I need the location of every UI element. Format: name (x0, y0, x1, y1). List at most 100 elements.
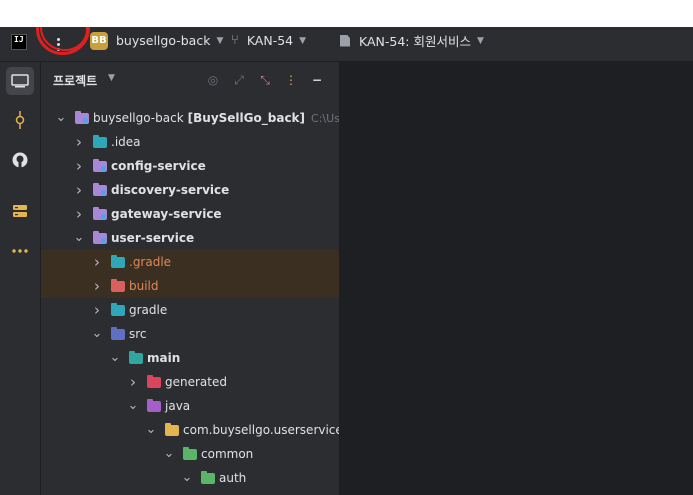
tree-item-label: .gradle (129, 255, 172, 269)
tree-item-label: generated (165, 375, 227, 389)
chevron-down-icon[interactable]: ▼ (108, 73, 115, 83)
tree-row[interactable]: ⌄ main (41, 346, 339, 370)
tree-item-label: com.buysellgo.userservice (183, 423, 340, 437)
folder-icon (129, 350, 143, 364)
tree-row[interactable]: › gradle (41, 298, 339, 322)
folder-icon (93, 158, 107, 172)
chevron-down-icon[interactable]: ⌄ (109, 351, 121, 364)
panel-header: 프로젝트 ▼ ◎ ⤢ ⤡ ⋮ − (41, 62, 339, 98)
annotation-circle-inner (35, 27, 93, 56)
chevron-down-icon[interactable]: ⌄ (55, 111, 67, 124)
chevron-right-icon[interactable]: › (73, 159, 85, 174)
intellij-logo-icon[interactable]: IJ (11, 34, 27, 50)
chevron-down-icon[interactable]: ⌄ (181, 471, 193, 484)
chevron-down-icon[interactable]: ⌄ (73, 231, 85, 244)
project-name: buysellgo-back (116, 33, 211, 48)
tree-row[interactable]: › config-service (41, 154, 339, 178)
project-tool-button[interactable] (6, 67, 34, 95)
tree-row[interactable]: ⌄ java (41, 394, 339, 418)
chevron-right-icon[interactable]: › (91, 303, 103, 318)
tree-item-label: gateway-service (111, 207, 222, 221)
github-tool-button[interactable] (6, 146, 34, 174)
chevron-right-icon[interactable]: › (127, 375, 139, 390)
chevron-right-icon[interactable]: › (73, 135, 85, 150)
task-icon (340, 34, 350, 47)
tree-row[interactable]: › .gradle (41, 250, 339, 274)
tree-row[interactable]: › .idea (41, 130, 339, 154)
folder-icon (93, 206, 107, 220)
left-toolbar (0, 62, 41, 495)
panel-title[interactable]: 프로젝트 (53, 72, 97, 89)
chevron-right-icon[interactable]: › (91, 279, 103, 294)
tree-item-label: build (129, 279, 159, 293)
expand-icon[interactable]: ⤢ (231, 72, 247, 88)
collapse-icon[interactable]: ⤡ (257, 72, 273, 88)
tree-row[interactable]: ⌄ auth (41, 466, 339, 490)
commit-icon (15, 111, 25, 129)
services-tool-button[interactable] (6, 197, 34, 225)
ide-window: IJ BB buysellgo-back ▼ ⑂ KAN-54 ▼ KAN-54… (0, 27, 693, 495)
editor-area (340, 62, 693, 495)
tree-item-label: gradle (129, 303, 168, 317)
tree-item-label: main (147, 351, 181, 365)
chevron-right-icon[interactable]: › (91, 255, 103, 270)
task-name: KAN-54: 회원서비스 (359, 34, 471, 49)
tree-row[interactable]: ⌄ user-service (41, 226, 339, 250)
tree-row[interactable]: ⌄ com.buysellgo.userservice (41, 418, 340, 442)
chevron-down-icon: ▼ (216, 35, 224, 46)
tree-item-label: src (129, 327, 147, 341)
branch-selector[interactable]: ⑂ KAN-54 ▼ (231, 27, 306, 54)
target-icon[interactable]: ◎ (205, 72, 221, 88)
folder-icon (75, 110, 89, 124)
chevron-down-icon[interactable]: ⌄ (127, 399, 139, 412)
tree-item-project-name: [BuySellGo_back] (187, 111, 306, 125)
chevron-right-icon[interactable]: › (73, 183, 85, 198)
tree-row[interactable]: › build (41, 274, 339, 298)
options-icon[interactable]: ⋮ (283, 72, 299, 88)
tree-item-label: common (201, 447, 254, 461)
project-badge: BB (90, 31, 108, 50)
tree-item-label: user-service (111, 231, 195, 245)
tree-item-label: java (165, 399, 191, 413)
folder-icon (111, 278, 125, 292)
folder-icon (147, 398, 161, 412)
folder-icon (183, 446, 197, 460)
tree-row[interactable]: › discovery-service (41, 178, 339, 202)
chevron-down-icon[interactable]: ⌄ (163, 447, 175, 460)
folder-icon (165, 422, 179, 436)
chevron-down-icon: ▼ (299, 35, 307, 46)
folder-icon (93, 230, 107, 244)
folder-icon (201, 470, 215, 484)
folder-icon (111, 326, 125, 340)
chevron-down-icon[interactable]: ⌄ (145, 423, 157, 436)
project-selector[interactable]: BB buysellgo-back ▼ (90, 27, 223, 54)
tree-item-label: config-service (111, 159, 206, 173)
project-panel: 프로젝트 ▼ ◎ ⤢ ⤡ ⋮ − ⌄ buysellgo-back [BuySell… (41, 62, 340, 495)
folder-icon (147, 374, 161, 388)
more-tools-button[interactable] (6, 237, 34, 265)
services-icon (13, 205, 27, 217)
tree-row[interactable]: ⌄ buysellgo-back[BuySellGo_back] C:\Users\ (41, 106, 340, 130)
folder-icon (93, 182, 107, 196)
tree-row[interactable]: ⌄ src (41, 322, 339, 346)
tree-item-label: discovery-service (111, 183, 230, 197)
tree-item-label: auth (219, 471, 247, 485)
tree-item-label: buysellgo-back (93, 111, 184, 125)
tree-row[interactable]: ⌄ common (41, 442, 339, 466)
tree-row[interactable]: › generated (41, 370, 339, 394)
chevron-down-icon[interactable]: ⌄ (91, 327, 103, 340)
branch-name: KAN-54 (246, 33, 294, 48)
tree-item-path: C:\Users\ (311, 111, 340, 125)
tree-item-label: .idea (111, 135, 141, 149)
task-selector[interactable]: KAN-54: 회원서비스 ▼ (340, 27, 484, 54)
folder-icon (93, 134, 107, 148)
folder-icon (111, 302, 125, 316)
minimize-icon[interactable]: − (309, 72, 325, 88)
project-icon (11, 74, 29, 88)
commit-tool-button[interactable] (6, 106, 34, 134)
folder-icon (111, 254, 125, 268)
more-icon (12, 249, 28, 253)
tree-row[interactable]: › gateway-service (41, 202, 339, 226)
chevron-down-icon: ▼ (476, 35, 484, 46)
chevron-right-icon[interactable]: › (73, 207, 85, 222)
